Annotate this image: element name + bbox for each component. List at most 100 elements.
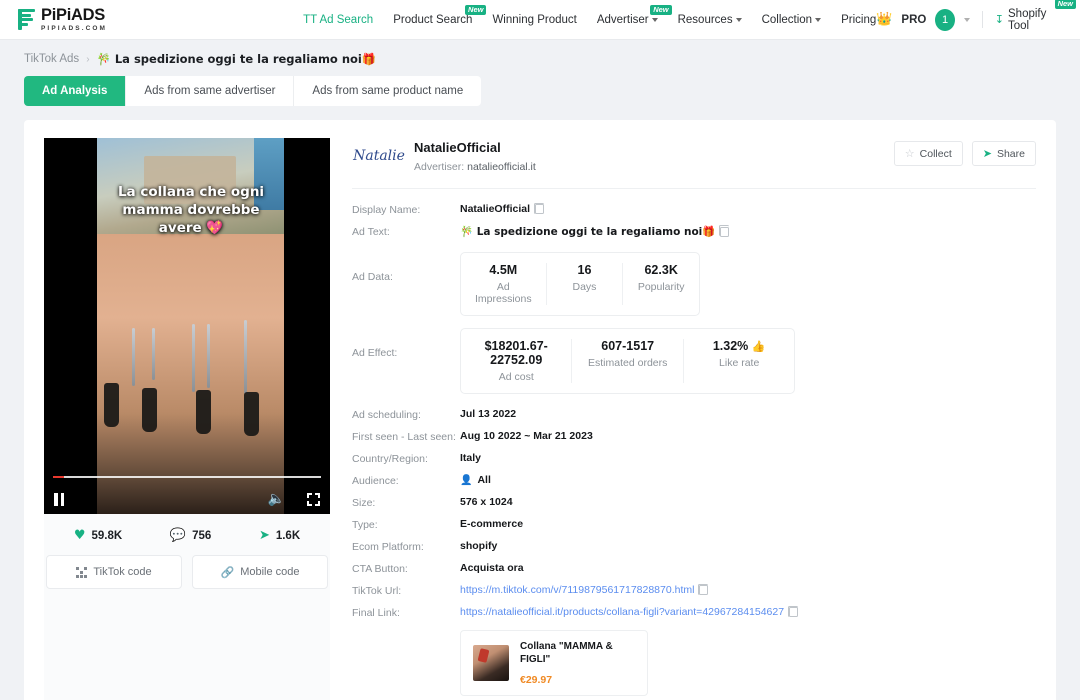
ad-analysis-card: La collana che ogni mamma dovrebbe avere… [24,120,1056,700]
row-value: Aug 10 2022 ~ Mar 21 2023 [460,430,593,442]
necklace-chain [192,324,195,392]
top-navigation-bar: PiPiADS PIPIADS.COM TT Ad Search Product… [0,0,1080,40]
chevron-down-icon [652,18,658,22]
row-value: Acquista ora [460,562,524,574]
stat-caption: Days [561,281,609,293]
new-badge: New [465,5,486,16]
row-value: shopify [460,540,497,552]
new-badge: New [650,5,671,16]
row-value: All [477,474,490,486]
stat-shares: ➤ 1.6K [259,529,300,542]
share-label: Share [997,148,1025,160]
final-link[interactable]: https://natalieofficial.it/products/coll… [460,606,784,618]
necklace-chain [152,328,155,380]
like-rate-number: 1.32% [713,339,748,353]
row-size: Size: 576 x 1024 [352,496,1036,509]
fullscreen-icon[interactable] [307,493,320,506]
product-card[interactable]: Collana "MAMMA & FIGLI" €29.97 [460,630,648,696]
breadcrumb-root[interactable]: TikTok Ads [24,53,79,65]
nav-item-product-search[interactable]: Product Search New [393,14,472,26]
nav-item-winning-product[interactable]: Winning Product [492,14,576,26]
video-engagement-stats: ♥ 59.8K 💬 756 ➤ 1.6K [44,514,330,555]
row-type: Type: E-commerce [352,518,1036,531]
collect-button[interactable]: ☆ Collect [894,141,963,166]
detail-rows: Display Name: NatalieOfficial Ad Text: 🎋… [352,203,1036,696]
row-label: Ad Effect: [352,328,460,359]
stat-value: 756 [192,530,211,542]
stat-popularity: 62.3K Popularity [623,263,699,305]
shopify-tool-button[interactable]: ↧ Shopify Tool New [995,8,1062,32]
stat-value: 607-1517 [586,339,668,353]
stat-value: 16 [561,263,609,277]
necklace-chain [132,328,135,386]
video-letterbox-right [284,138,330,514]
stat-caption: Ad Impressions [475,281,532,305]
nav-item-collection[interactable]: Collection [762,14,822,26]
product-thumbnail [473,645,509,681]
advertiser-domain[interactable]: natalieofficial.it [467,161,536,173]
divider [982,11,983,28]
logo-title: PiPiADS [41,7,107,24]
necklace-pendant [196,390,211,434]
row-label: Ecom Platform: [352,540,460,553]
video-progress-bar[interactable] [53,476,321,478]
ad-data-stats: 4.5M Ad Impressions 16 Days 62.3K Popula… [460,252,700,316]
code-button-group: TikTok code 🔗 Mobile code [44,555,330,589]
person-icon: 👤 [460,475,472,486]
nav-item-resources[interactable]: Resources [678,14,742,26]
nav-item-advertiser[interactable]: Advertiser New [597,14,658,26]
video-controls: 🔈 [44,484,330,514]
row-ad-scheduling: Ad scheduling: Jul 13 2022 [352,408,1036,421]
stat-value: $18201.67-22752.09 [475,339,557,367]
tiktok-url-link[interactable]: https://m.tiktok.com/v/71198795617178288… [460,584,694,596]
product-price: €29.97 [520,674,635,686]
nav-item-pricing[interactable]: Pricing [841,14,876,26]
stat-like-rate: 1.32% 👍 Like rate [684,339,794,383]
copy-icon[interactable] [699,585,708,595]
share-button[interactable]: ➤ Share [972,141,1036,166]
tab-ad-analysis[interactable]: Ad Analysis [24,76,126,106]
copy-icon[interactable] [535,204,544,214]
stat-value: 1.32% 👍 [698,339,780,353]
necklace-chain [207,324,210,388]
video-letterbox-left [44,138,97,514]
pause-icon[interactable] [54,493,64,506]
link-icon: 🔗 [220,566,234,579]
tiktok-code-button[interactable]: TikTok code [46,555,182,589]
ad-text-value: 🎋 La spedizione oggi te la regaliamo noi… [460,225,715,238]
tab-ads-same-advertiser[interactable]: Ads from same advertiser [126,76,294,106]
mobile-code-label: Mobile code [240,566,299,578]
chevron-down-icon[interactable] [964,18,970,22]
row-label: Ad Data: [352,252,460,283]
row-ad-effect: Ad Effect: $18201.67-22752.09 Ad cost 60… [352,328,1036,394]
brand-logo[interactable]: PiPiADS PIPIADS.COM [18,7,107,32]
header-action-buttons: ☆ Collect ➤ Share [894,138,1036,166]
row-country-region: Country/Region: Italy [352,452,1036,465]
copy-icon[interactable] [720,227,729,237]
chevron-down-icon [736,18,742,22]
stat-days: 16 Days [547,263,624,305]
tiktok-code-label: TikTok code [93,566,151,578]
stat-ad-cost: $18201.67-22752.09 Ad cost [461,339,572,383]
row-label: Display Name: [352,203,460,216]
row-label: TikTok Url: [352,584,460,597]
row-label: Ad Text: [352,225,460,238]
tab-ads-same-product-name[interactable]: Ads from same product name [294,76,481,106]
main-nav: TT Ad Search Product Search New Winning … [303,14,876,26]
copy-icon[interactable] [789,607,798,617]
nav-item-tt-ad-search[interactable]: TT Ad Search [303,14,373,26]
qr-code-icon [76,567,87,578]
volume-icon[interactable]: 🔈 [268,492,285,506]
necklace-pendant [104,383,119,427]
row-label: Ad scheduling: [352,408,460,421]
mobile-code-button[interactable]: 🔗 Mobile code [192,555,328,589]
necklace-chain [244,320,247,394]
comment-icon: 💬 [170,529,186,542]
video-foreground-arm [97,234,284,514]
thumbs-up-icon: 👍 [752,340,766,353]
video-player[interactable]: La collana che ogni mamma dovrebbe avere… [44,138,330,514]
header-right-zone: 👑 PRO 1 ↧ Shopify Tool New [876,8,1062,32]
nav-label: Resources [678,14,733,26]
avatar[interactable]: 1 [935,9,955,31]
row-value: E-commerce [460,518,523,530]
